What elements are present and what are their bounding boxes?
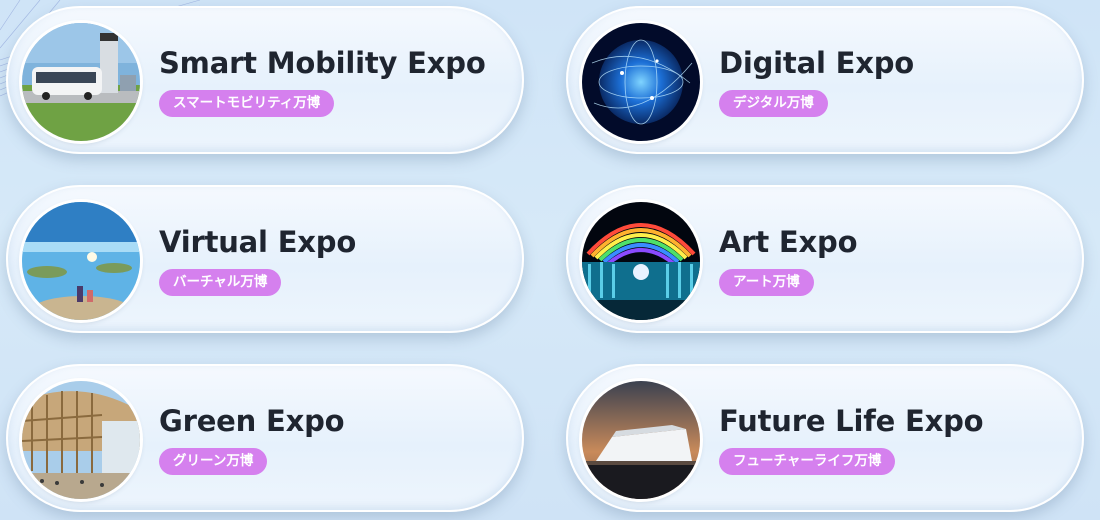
- expo-title: Digital Expo: [719, 46, 914, 80]
- expo-title: Art Expo: [719, 225, 858, 259]
- expo-title: Future Life Expo: [719, 404, 984, 438]
- expo-card-green[interactable]: Green Expo グリーン万博: [6, 364, 524, 512]
- expo-title: Smart Mobility Expo: [159, 46, 486, 80]
- expo-card-smart-mobility[interactable]: Smart Mobility Expo スマートモビリティ万博: [6, 6, 524, 154]
- expo-card-digital[interactable]: Digital Expo デジタル万博: [566, 6, 1084, 154]
- digital-globe-image: [582, 23, 700, 141]
- future-pavilion-image: [582, 381, 700, 499]
- expo-card-virtual[interactable]: Virtual Expo バーチャル万博: [6, 185, 524, 333]
- expo-card-future-life[interactable]: Future Life Expo フューチャーライフ万博: [566, 364, 1084, 512]
- expo-subtitle-badge: スマートモビリティ万博: [159, 90, 335, 117]
- virtual-world-image: [22, 202, 140, 320]
- wooden-ring-image: [22, 381, 140, 499]
- expo-subtitle-badge: フューチャーライフ万博: [719, 448, 896, 475]
- expo-title: Virtual Expo: [159, 225, 357, 259]
- expo-subtitle-badge: バーチャル万博: [159, 269, 282, 296]
- expo-title: Green Expo: [159, 404, 345, 438]
- expo-subtitle-badge: グリーン万博: [159, 448, 268, 475]
- expo-card-art[interactable]: Art Expo アート万博: [566, 185, 1084, 333]
- expo-subtitle-badge: デジタル万博: [719, 90, 828, 117]
- autonomous-bus-image: [22, 23, 140, 141]
- art-rainbow-moon-image: [582, 202, 700, 320]
- expo-subtitle-badge: アート万博: [719, 269, 814, 296]
